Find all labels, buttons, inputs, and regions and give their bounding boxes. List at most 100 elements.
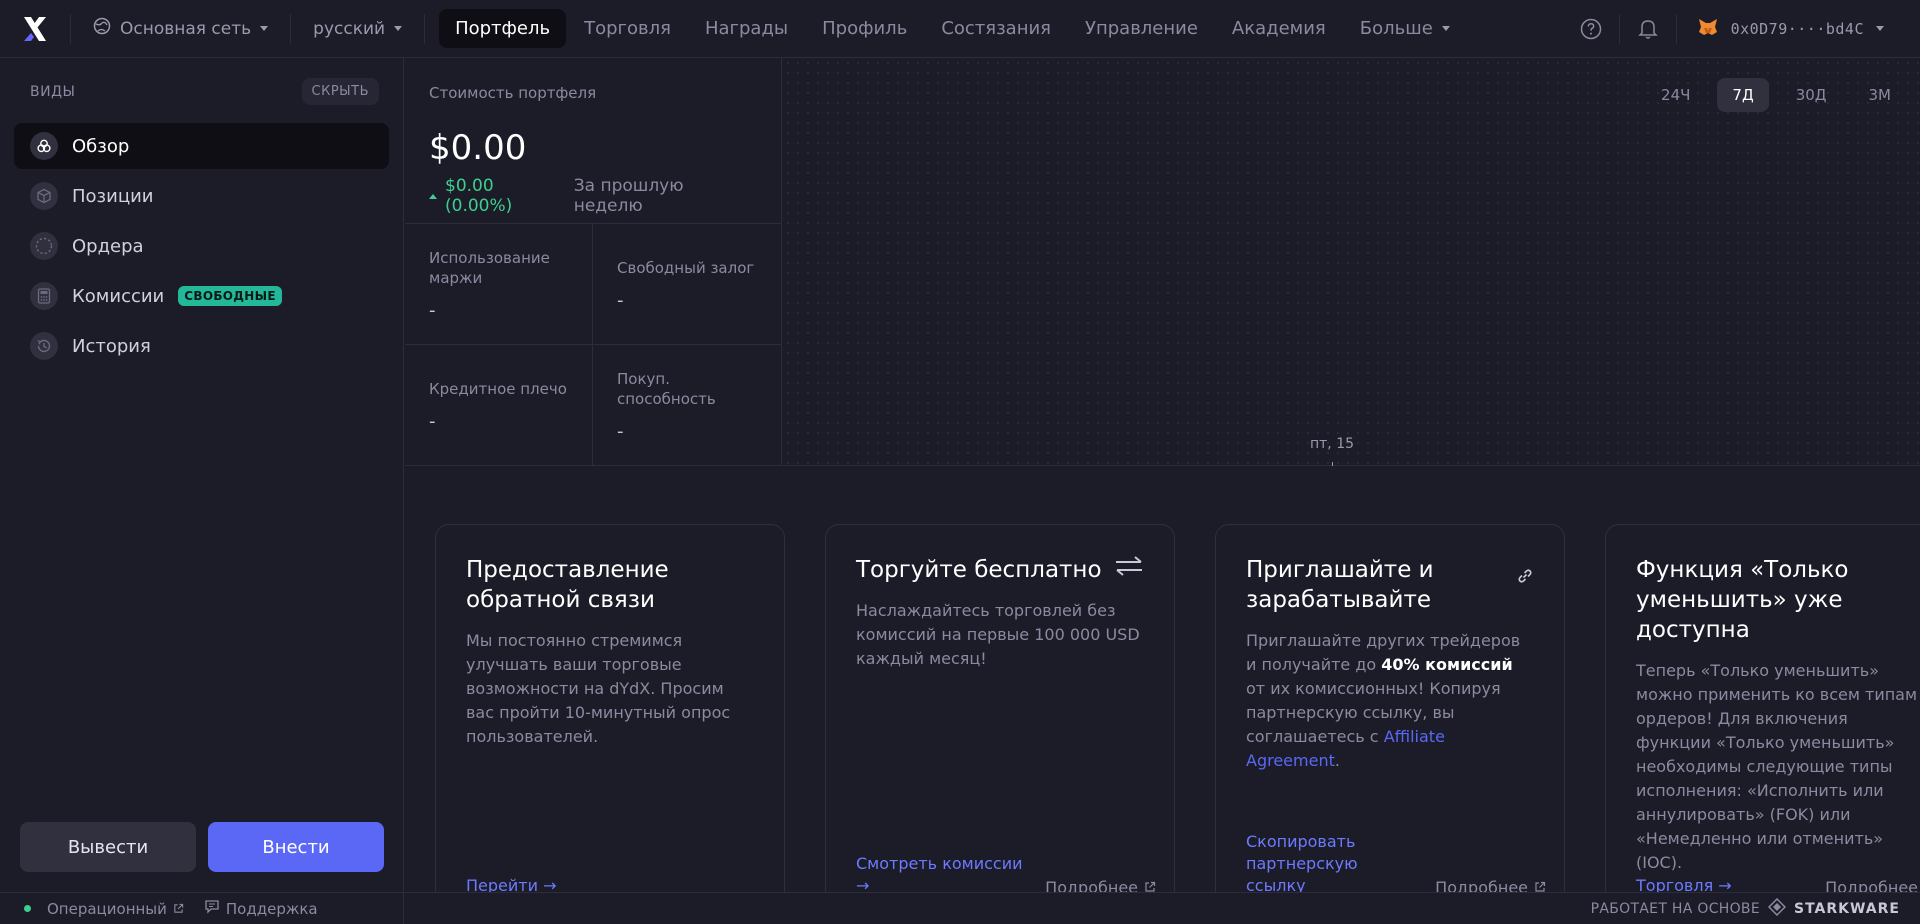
deposit-button[interactable]: Внести (208, 822, 384, 872)
up-arrow-icon (429, 193, 437, 199)
card-body: Мы постоянно стремимся улучшать ваши тор… (466, 631, 731, 746)
history-icon (30, 332, 58, 360)
stat-value: - (617, 421, 624, 442)
cube-icon (30, 182, 58, 210)
chevron-down-icon (260, 26, 269, 31)
card-title: Функция «Только уменьшить» уже доступна (1636, 557, 1849, 643)
stat-free-collateral: Свободный залог - (593, 224, 782, 345)
withdraw-button[interactable]: Вывести (20, 822, 196, 872)
view-fees-link[interactable]: Смотреть комиссии → (856, 853, 1026, 897)
stats-grid: Использование маржи - Свободный залог - … (405, 224, 782, 466)
card-header: Приглашайте и зарабатывайте (1246, 555, 1534, 615)
chevron-down-icon (394, 26, 403, 31)
range-3m-button[interactable]: 3М (1854, 78, 1907, 112)
chevron-down-icon (1441, 26, 1450, 31)
stat-value: - (617, 289, 624, 311)
sidebar-item-positions[interactable]: Позиции (14, 173, 389, 219)
bell-icon[interactable] (1620, 0, 1676, 58)
copy-referral-link-button[interactable]: Скопировать партнерскую ссылку (1246, 831, 1416, 897)
free-badge: СВОБОДНЫЕ (178, 286, 282, 306)
help-icon[interactable] (1563, 0, 1619, 58)
portfolio-value-panel: Стоимость портфеля $0.00 $0.00 (0.00%) З… (405, 58, 781, 224)
network-selector[interactable]: Основная сеть (71, 0, 290, 58)
card-header: Функция «Только уменьшить» уже доступна (1636, 555, 1920, 645)
main-nav: Портфель Торговля Награды Профиль Состяз… (439, 9, 1466, 48)
sidebar-item-label: Позиции (72, 185, 154, 207)
card-title: Приглашайте и зарабатывайте (1246, 557, 1434, 613)
card-body: Теперь «Только уменьшить» можно применит… (1636, 661, 1918, 872)
card-body: Приглашайте других трейдеров и получайте… (1246, 629, 1534, 773)
nav-governance[interactable]: Управление (1069, 9, 1214, 48)
card-header: Предоставление обратной связи (466, 555, 754, 615)
portfolio-change-value: $0.00 (0.00%) (445, 176, 513, 216)
card-trade-free: Торгуйте бесплатно Наслаждайтесь торговл… (825, 524, 1175, 904)
card-feedback: Предоставление обратной связи Мы постоян… (435, 524, 785, 904)
sidebar: ВИДЫ СКРЫТЬ Обзор Позиции Ордера Комисси… (0, 58, 404, 892)
sidebar-item-overview[interactable]: Обзор (14, 123, 389, 169)
stat-label: Свободный залог (617, 258, 755, 277)
language-label: русский (313, 18, 386, 39)
globe-icon (93, 17, 111, 40)
card-body: Наслаждайтесь торговлей без комиссий на … (856, 601, 1140, 668)
swap-icon (1114, 555, 1144, 581)
footer-left: Операционный Поддержка (0, 892, 404, 924)
hide-sidebar-button[interactable]: СКРЫТЬ (301, 78, 379, 105)
sidebar-item-orders[interactable]: Ордера (14, 223, 389, 269)
status-dot (24, 905, 31, 912)
status-link[interactable]: Операционный (24, 900, 184, 918)
wallet-address: 0x0D79····bd4C (1730, 19, 1864, 38)
chat-icon (204, 899, 220, 918)
sidebar-actions: Вывести Внести (20, 822, 384, 872)
starkware-logo-icon (1767, 897, 1787, 920)
calculator-icon (30, 282, 58, 310)
nav-more-label: Больше (1359, 18, 1433, 39)
starkware-brand: STARKWARE (1793, 900, 1900, 917)
sidebar-item-fees[interactable]: Комиссии СВОБОДНЫЕ (14, 273, 389, 319)
wallet-button[interactable]: 0x0D79····bd4C (1677, 17, 1920, 41)
overview-icon (30, 132, 58, 160)
sidebar-item-label: Ордера (72, 235, 144, 257)
range-7d-button[interactable]: 7Д (1717, 78, 1769, 112)
portfolio-change: $0.00 (0.00%) За прошлую неделю (429, 176, 757, 216)
sidebar-item-history[interactable]: История (14, 323, 389, 369)
chevron-down-icon (1876, 26, 1884, 31)
promo-cards: Предоставление обратной связи Мы постоян… (435, 524, 1920, 904)
time-range-selector: 24Ч 7Д 30Д 3М (1646, 78, 1906, 112)
external-link-icon (173, 900, 184, 918)
portfolio-chart[interactable]: 24Ч 7Д 30Д 3М пт, 15 (783, 58, 1920, 466)
status-label: Операционный (47, 899, 167, 918)
nav-profile[interactable]: Профиль (806, 9, 923, 48)
header-actions: 0x0D79····bd4C (1563, 0, 1920, 58)
sidebar-item-label: История (72, 335, 151, 357)
language-selector[interactable]: русский (291, 0, 424, 58)
nav-portfolio[interactable]: Портфель (439, 9, 567, 48)
support-link[interactable]: Поддержка (204, 899, 318, 918)
stat-value: - (429, 411, 436, 432)
support-label: Поддержка (225, 899, 318, 918)
orders-icon (30, 232, 58, 260)
network-label: Основная сеть (120, 18, 252, 39)
x-axis-tick-mark (1332, 462, 1333, 466)
nav-more[interactable]: Больше (1344, 9, 1466, 48)
header-divider (424, 13, 426, 44)
stat-label: Покуп. способность (617, 370, 716, 408)
nav-competitions[interactable]: Состязания (925, 9, 1067, 48)
range-24h-button[interactable]: 24Ч (1646, 78, 1705, 112)
dydx-logo-icon[interactable] (0, 0, 70, 58)
powered-by-label: РАБОТАЕТ НА ОСНОВЕ (1590, 900, 1760, 917)
card-referral: Приглашайте и зарабатывайте Приглашайте … (1215, 524, 1565, 904)
range-30d-button[interactable]: 30Д (1781, 78, 1842, 112)
metamask-icon (1697, 17, 1719, 41)
nav-academy[interactable]: Академия (1216, 9, 1342, 48)
nav-rewards[interactable]: Награды (689, 9, 804, 48)
powered-by[interactable]: РАБОТАЕТ НА ОСНОВЕ STARKWARE (1590, 897, 1920, 920)
portfolio-value: $0.00 (429, 128, 527, 168)
sidebar-item-label: Обзор (72, 135, 130, 157)
portfolio-value-label: Стоимость портфеля (429, 84, 597, 102)
sidebar-item-label: Комиссии (72, 285, 165, 307)
sidebar-title: ВИДЫ (30, 83, 76, 100)
link-icon[interactable] (1516, 567, 1534, 589)
card-header: Торгуйте бесплатно (856, 555, 1144, 585)
nav-trade[interactable]: Торговля (568, 9, 687, 48)
sidebar-header: ВИДЫ СКРЫТЬ (0, 58, 403, 105)
